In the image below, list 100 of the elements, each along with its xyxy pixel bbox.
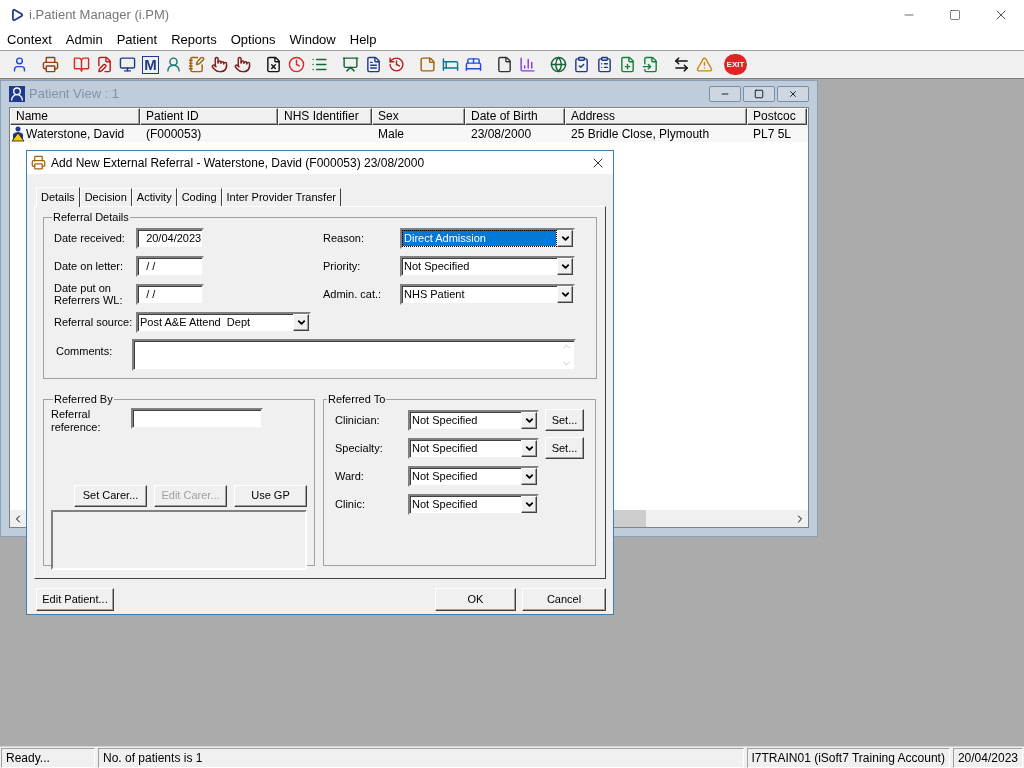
- exit-button[interactable]: EXIT: [724, 54, 747, 75]
- button[interactable]: OK: [435, 588, 516, 611]
- restore-button[interactable]: [743, 86, 775, 102]
- notepad-icon: [188, 56, 205, 73]
- dropdown-value: Not Specified: [411, 468, 479, 484]
- dropdown-value: Not Specified: [403, 258, 471, 274]
- patient-warning-icon: [10, 125, 26, 142]
- dropdown-value: Not Specified: [411, 496, 479, 512]
- dropdown[interactable]: Not Specified: [408, 409, 539, 431]
- field-label: Reason:: [323, 230, 365, 246]
- column-header[interactable]: Address: [565, 108, 747, 125]
- field-label: Referral reference:: [51, 407, 102, 434]
- menu-item[interactable]: Help: [342, 30, 384, 50]
- input-field[interactable]: 20/04/2023: [136, 227, 204, 249]
- close-icon: [788, 89, 798, 99]
- field-label: Comments:: [55, 343, 114, 359]
- comments-field[interactable]: [132, 338, 576, 371]
- menu-item[interactable]: Admin: [58, 30, 110, 50]
- restore-icon: [754, 89, 764, 99]
- dropdown-value: Not Specified: [411, 440, 479, 456]
- status-text: 20/04/2023: [952, 747, 1023, 768]
- dropdown[interactable]: Not Specified: [400, 255, 575, 277]
- input-field[interactable]: / /: [136, 255, 204, 277]
- button[interactable]: Edit Patient...: [36, 588, 114, 611]
- column-header[interactable]: Postcoc: [747, 108, 807, 125]
- warning-icon: [696, 56, 713, 73]
- column-header[interactable]: Date of Birth: [465, 108, 565, 125]
- field-label: Admin. cat.:: [323, 286, 383, 302]
- status-text: I7TRAIN01 (iSoft7 Training Account): [746, 747, 950, 768]
- document-plus-icon: [619, 56, 636, 73]
- column-header[interactable]: Name: [10, 108, 140, 125]
- tab[interactable]: Details: [36, 187, 80, 207]
- maximize-icon: [949, 9, 961, 21]
- field-label: Date received:: [53, 232, 126, 244]
- button[interactable]: Set Carer...: [74, 484, 147, 507]
- group-title: Referred By: [53, 392, 114, 407]
- dropdown[interactable]: Post A&E Attend Dept: [136, 311, 311, 333]
- dropdown-value: NHS Patient: [403, 286, 466, 302]
- group-title: Referral Details: [52, 210, 130, 225]
- column-header[interactable]: NHS Identifier: [278, 108, 372, 125]
- table-cell-text: (F000053): [146, 125, 202, 143]
- dropdown[interactable]: Not Specified: [408, 465, 539, 487]
- person-icon: [11, 56, 28, 73]
- field-label: Clinician:: [335, 412, 381, 428]
- field-label: Referral source:: [53, 316, 134, 328]
- field-label: Clinic:: [335, 496, 366, 512]
- button[interactable]: Set...: [545, 437, 584, 459]
- checklist-icon: [596, 56, 613, 73]
- window-title: Patient View : 1: [29, 85, 121, 104]
- document-pen-icon: [96, 56, 113, 73]
- clock-arrow-icon: [388, 56, 405, 73]
- dropdown-value: Post A&E Attend Dept: [139, 314, 252, 330]
- menu-item[interactable]: Reports: [164, 30, 224, 50]
- table-cell-text: Waterstone, David: [26, 125, 125, 143]
- minimize-button[interactable]: [709, 86, 741, 102]
- menu-item[interactable]: Options: [223, 30, 283, 50]
- monitor-icon: [119, 56, 136, 73]
- dropdown-value: Not Specified: [411, 412, 479, 428]
- button[interactable]: Use GP: [234, 484, 307, 507]
- bed-icon: [465, 56, 482, 73]
- globe-icon: [550, 56, 567, 73]
- status-text: Ready...: [1, 747, 95, 768]
- table-row[interactable]: Waterstone, David (F000053) Male 23/08/2000 25 Bridle Close, Plymouth PL7 5L: [10, 125, 808, 142]
- dropdown[interactable]: Not Specified: [408, 493, 539, 515]
- group-title: Referred To: [327, 392, 387, 407]
- dropdown[interactable]: Direct Admission: [400, 227, 575, 249]
- tab[interactable]: Activity: [131, 188, 177, 206]
- menu-item[interactable]: Window: [282, 30, 343, 50]
- app-logo-icon: [10, 8, 24, 22]
- document-cross-icon: [265, 56, 282, 73]
- menu-item[interactable]: Patient: [109, 30, 165, 50]
- tab[interactable]: Coding: [176, 188, 222, 206]
- status-text: No. of patients is 1: [98, 747, 744, 768]
- printer-icon: [42, 56, 59, 73]
- button[interactable]: Set...: [545, 409, 584, 431]
- dropdown[interactable]: Not Specified: [408, 437, 539, 459]
- field-label: Specialty:: [335, 440, 384, 456]
- window-title: i.Patient Manager (i.PM): [29, 6, 170, 25]
- close-button[interactable]: [777, 86, 809, 102]
- chart-board-icon: [342, 56, 359, 73]
- bed-icon: [442, 56, 459, 73]
- hand-icon: [211, 56, 228, 73]
- input-field[interactable]: / /: [136, 283, 204, 305]
- clock-icon: [288, 56, 305, 73]
- tab[interactable]: Decision: [79, 188, 132, 206]
- tab[interactable]: Inter Provider Transfer: [221, 188, 341, 206]
- carer-list[interactable]: [51, 509, 307, 570]
- document-arrow-icon: [642, 56, 659, 73]
- dropdown[interactable]: NHS Patient: [400, 283, 575, 305]
- dialog-title: Add New External Referral - Waterstone, David (F000053) 23/08/2000: [51, 154, 426, 172]
- arrows-icon: [673, 56, 690, 73]
- person-icon: [165, 56, 182, 73]
- column-header[interactable]: Patient ID: [140, 108, 278, 125]
- button[interactable]: Cancel: [522, 588, 606, 611]
- field-label: Date put on Referrers WL:: [53, 282, 124, 306]
- column-header[interactable]: Sex: [372, 108, 465, 125]
- table-cell-text: 25 Bridle Close, Plymouth: [571, 125, 710, 143]
- table-cell-text: Male: [378, 125, 404, 143]
- menu-item[interactable]: Context: [0, 30, 59, 50]
- input-field[interactable]: [131, 407, 263, 429]
